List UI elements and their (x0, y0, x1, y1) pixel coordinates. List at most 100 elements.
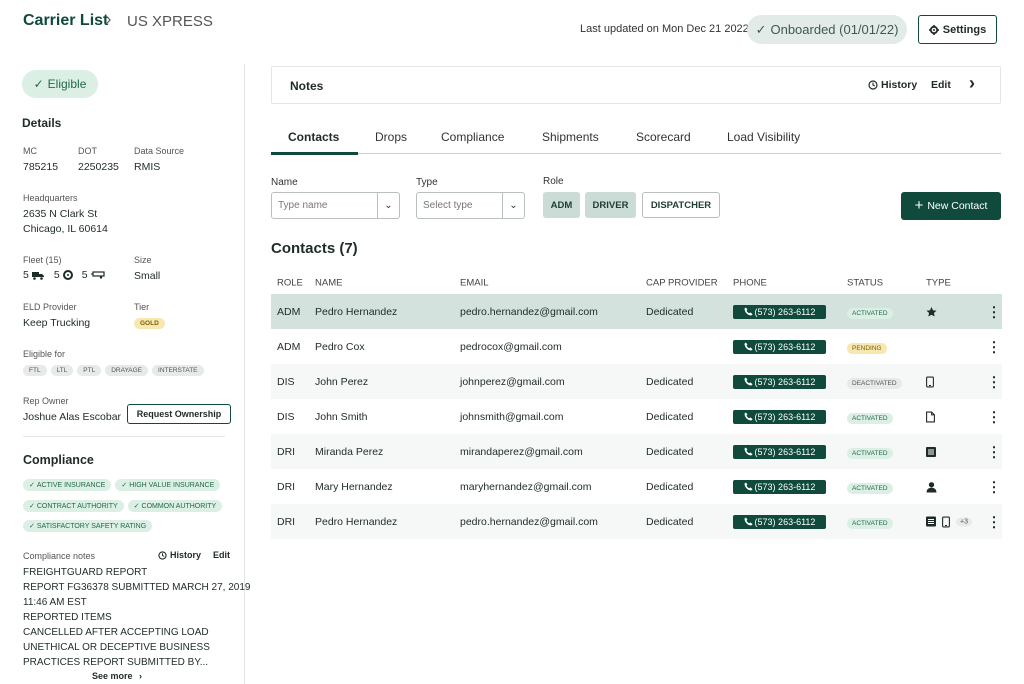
fleet-counts: 5 5 5 (23, 269, 105, 281)
tab-compliance[interactable]: Compliance (441, 130, 504, 144)
breadcrumb-separator: › (106, 11, 112, 28)
table-body: ADM Pedro Hernandez pedro.hernandez@gmail.… (271, 294, 1002, 539)
contact-type-icons (926, 376, 934, 387)
table-row[interactable]: ADM Pedro Hernandez pedro.hernandez@gmail.… (271, 294, 1002, 329)
breadcrumb-carrier-list[interactable]: Carrier List (23, 12, 108, 30)
headquarters-street: 2635 N Clark St (23, 208, 98, 220)
list-icon (926, 446, 936, 457)
check-icon: ✓ (29, 482, 35, 489)
name-filter[interactable]: Type name ⌄ (271, 192, 400, 219)
contact-name: John Smith (315, 410, 368, 423)
chevron-down-icon[interactable]: ⌄ (502, 193, 524, 218)
phone-number: (573) 263-6112 (754, 481, 816, 492)
name-filter-placeholder: Type name (278, 200, 328, 211)
more-vertical-icon[interactable]: ⋮ (987, 478, 1001, 495)
column-header-email[interactable]: EMAIL (460, 278, 489, 289)
column-header-cap-provider[interactable]: CAP PROVIDER (646, 278, 718, 289)
status-badge: DEACTIVATED (847, 377, 902, 389)
phone-pill[interactable]: (573) 263-6112 (733, 304, 826, 319)
dot-value: 2250235 (78, 161, 119, 173)
breadcrumb-current: US XPRESS (127, 13, 213, 30)
contact-status: ACTIVATED (847, 516, 893, 529)
column-header-name[interactable]: NAME (315, 278, 342, 289)
notes-line: FREIGHTGUARD REPORT (23, 567, 148, 578)
more-vertical-icon[interactable]: ⋮ (987, 373, 1001, 390)
notes-edit-link[interactable]: Edit (931, 79, 951, 91)
status-badge: ACTIVATED (847, 482, 893, 494)
contact-email: pedro.hernandez@gmail.com (460, 305, 598, 318)
compliance-history-link[interactable]: History (158, 550, 201, 560)
role-chip-dispatcher[interactable]: DISPATCHER (642, 192, 720, 218)
settings-button[interactable]: Settings (918, 15, 997, 44)
tab-scorecard[interactable]: Scorecard (636, 130, 691, 144)
contact-phone-button[interactable]: (573) 263-6112 (733, 409, 826, 424)
request-ownership-button[interactable]: Request Ownership (127, 404, 231, 424)
tab-load-visibility[interactable]: Load Visibility (727, 130, 800, 144)
tire-icon (62, 270, 73, 280)
new-contact-button[interactable]: + New Contact (901, 192, 1001, 220)
role-chip-adm[interactable]: ADM (543, 192, 580, 218)
more-types-badge[interactable]: +3 (956, 517, 972, 526)
fleet-trailer-count: 5 (81, 269, 88, 281)
phone-pill[interactable]: (573) 263-6112 (733, 514, 826, 529)
contact-phone-button[interactable]: (573) 263-6112 (733, 304, 826, 319)
table-row[interactable]: ADM Pedro Cox pedrocox@gmail.com (573) 263-… (271, 329, 1002, 364)
column-header-phone[interactable]: PHONE (733, 278, 767, 289)
more-vertical-icon[interactable]: ⋮ (987, 303, 1001, 320)
contact-type-icons (926, 481, 937, 492)
phone-icon (743, 447, 753, 456)
type-filter[interactable]: Select type ⌄ (416, 192, 525, 219)
contact-phone-button[interactable]: (573) 263-6112 (733, 374, 826, 389)
phone-pill[interactable]: (573) 263-6112 (733, 409, 826, 424)
contact-email: johnperez@gmail.com (460, 375, 565, 388)
more-vertical-icon[interactable]: ⋮ (987, 513, 1001, 530)
compliance-notes-label: Compliance notes (23, 551, 96, 561)
contact-cap-provider: Dedicated (646, 480, 694, 493)
status-badge: PENDING (847, 342, 887, 354)
phone-pill[interactable]: (573) 263-6112 (733, 479, 826, 494)
notes-history-link[interactable]: History (868, 79, 917, 91)
table-row[interactable]: DIS John Smith johnsmith@gmail.com Dedicate… (271, 399, 1002, 434)
column-header-role[interactable]: ROLE (277, 278, 303, 289)
more-vertical-icon[interactable]: ⋮ (987, 338, 1001, 355)
contact-phone-button[interactable]: (573) 263-6112 (733, 444, 826, 459)
contact-phone-button[interactable]: (573) 263-6112 (733, 479, 826, 494)
details-title: Details (22, 116, 62, 130)
notes-history-label: History (881, 79, 918, 91)
rep-owner-label: Rep Owner (23, 396, 69, 406)
contact-name: Pedro Cox (315, 340, 365, 353)
contact-name: Pedro Hernandez (315, 305, 398, 318)
more-vertical-icon[interactable]: ⋮ (987, 408, 1001, 425)
contact-cap-provider: Dedicated (646, 410, 694, 423)
chevron-right-icon[interactable]: › (969, 73, 975, 94)
data-source-label: Data Source (134, 146, 185, 156)
column-header-type[interactable]: TYPE (926, 278, 951, 289)
table-row[interactable]: DIS John Perez johnperez@gmail.com Dedicate… (271, 364, 1002, 399)
more-vertical-icon[interactable]: ⋮ (987, 443, 1001, 460)
phone-pill[interactable]: (573) 263-6112 (733, 444, 826, 459)
phone-icon (743, 482, 753, 491)
chevron-down-icon[interactable]: ⌄ (377, 193, 399, 218)
tab-drops[interactable]: Drops (375, 130, 407, 144)
settings-label: Settings (942, 23, 987, 36)
headquarters-city: Chicago, IL 60614 (23, 223, 108, 235)
tab-shipments[interactable]: Shipments (542, 130, 599, 144)
see-more-link[interactable]: See more › (92, 671, 142, 681)
phone-pill[interactable]: (573) 263-6112 (733, 374, 826, 389)
compliance-edit-link[interactable]: Edit (213, 550, 230, 560)
table-row[interactable]: DRI Pedro Hernandez pedro.hernandez@gmail.… (271, 504, 1002, 539)
notes-line: 11:46 AM EST (23, 597, 87, 608)
contact-phone-button[interactable]: (573) 263-6112 (733, 339, 826, 354)
notes-line: REPORTED ITEMS (23, 612, 112, 623)
contact-phone-button[interactable]: (573) 263-6112 (733, 514, 826, 529)
column-header-status[interactable]: STATUS (847, 278, 883, 289)
table-row[interactable]: DRI Miranda Perez mirandaperez@gmail.com De… (271, 434, 1002, 469)
table-row[interactable]: DRI Mary Hernandez maryhernandez@gmail.com… (271, 469, 1002, 504)
rep-owner-value: Joshue Alas Escobar (23, 411, 122, 423)
contact-role: DIS (277, 375, 295, 388)
contact-name: Miranda Perez (315, 445, 384, 458)
role-chip-driver[interactable]: DRIVER (585, 192, 636, 218)
tab-contacts[interactable]: Contacts (288, 130, 339, 144)
phone-pill[interactable]: (573) 263-6112 (733, 339, 826, 354)
sidebar-divider-line (23, 436, 225, 437)
